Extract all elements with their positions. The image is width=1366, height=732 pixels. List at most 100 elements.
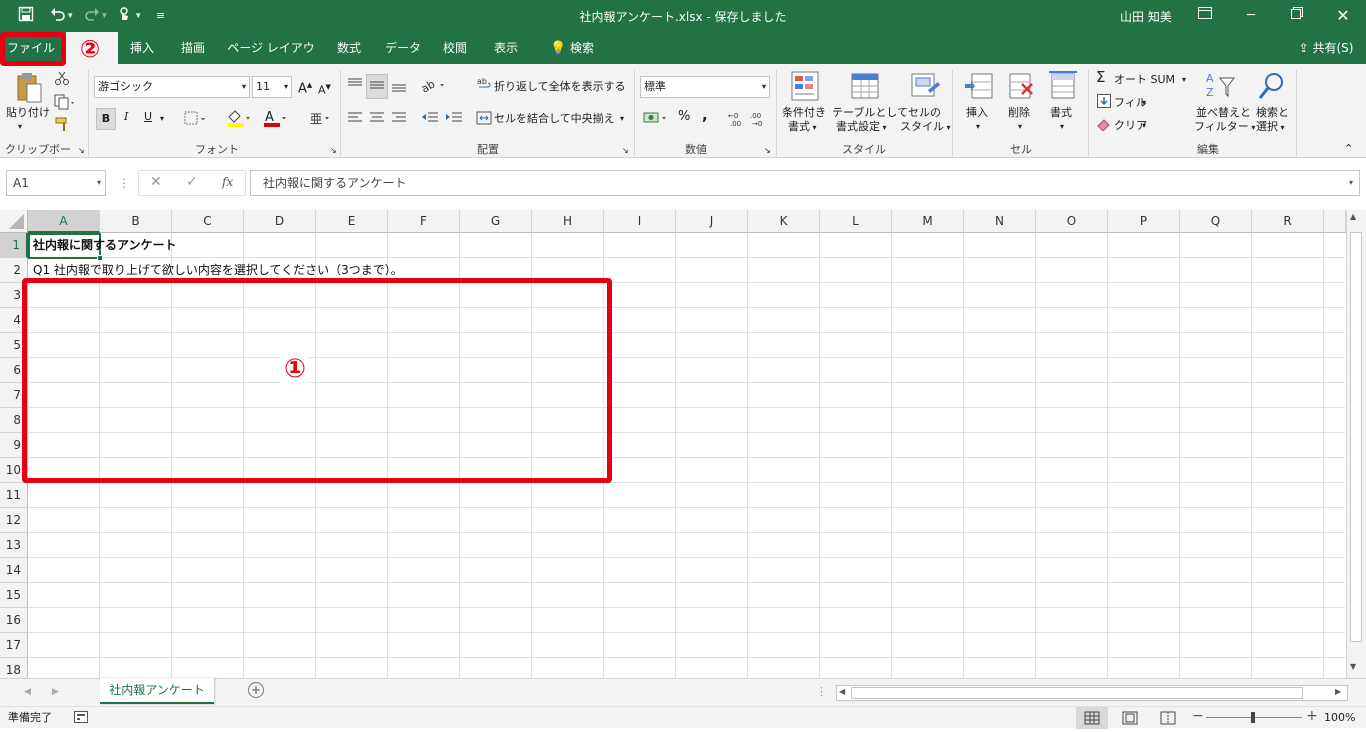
delete-cells-icon[interactable]: [1006, 70, 1036, 105]
align-top-icon[interactable]: [346, 76, 364, 97]
fill-icon[interactable]: [1097, 94, 1111, 111]
row-header-18[interactable]: 18: [0, 658, 28, 678]
find-select-icon[interactable]: [1256, 70, 1286, 105]
scroll-right-icon[interactable]: ▶: [1335, 687, 1341, 696]
ribbon-display-options-icon[interactable]: [1182, 0, 1228, 32]
fill-dropdown-icon[interactable]: ▾: [1142, 96, 1146, 110]
orientation-icon[interactable]: ab: [419, 76, 450, 97]
touch-mode-icon[interactable]: [116, 6, 132, 26]
format-cells-label[interactable]: 書式: [1050, 106, 1072, 120]
increase-indent-icon[interactable]: [444, 110, 464, 129]
column-header-a[interactable]: A: [28, 210, 100, 233]
find-select-label-1[interactable]: 検索と: [1256, 106, 1289, 120]
column-header-r[interactable]: R: [1252, 210, 1324, 233]
horizontal-scroll-thumb[interactable]: [851, 687, 1303, 699]
undo-dropdown-icon[interactable]: ▾: [68, 6, 73, 26]
column-header-b[interactable]: B: [100, 210, 172, 233]
alignment-launcher-icon[interactable]: ↘: [622, 144, 629, 158]
share-button[interactable]: ⇪ 共有(S): [1290, 32, 1362, 64]
underline-dropdown-icon[interactable]: ▾: [160, 112, 164, 126]
cell-styles-label-1[interactable]: セルの: [908, 106, 941, 120]
find-select-label-2[interactable]: 選択 ▾: [1256, 120, 1285, 135]
delete-cells-label[interactable]: 削除: [1008, 106, 1030, 120]
confirm-entry-icon[interactable]: ✓: [186, 175, 198, 189]
format-painter-icon[interactable]: [54, 116, 70, 135]
row-header-16[interactable]: 16: [0, 608, 28, 633]
column-header-d[interactable]: D: [244, 210, 316, 233]
new-sheet-icon[interactable]: +: [248, 682, 264, 698]
merge-dropdown-icon[interactable]: ▾: [620, 112, 624, 126]
percent-style-icon[interactable]: %: [678, 110, 690, 124]
tab-insert[interactable]: 挿入: [122, 32, 162, 64]
number-format-select[interactable]: 標準 ▾: [640, 76, 770, 98]
row-header-13[interactable]: 13: [0, 533, 28, 558]
normal-view-icon[interactable]: [1076, 707, 1108, 729]
page-layout-view-icon[interactable]: [1122, 711, 1138, 728]
format-as-table-label-1[interactable]: テーブルとして: [832, 106, 908, 120]
autosum-icon[interactable]: Σ: [1096, 70, 1105, 85]
save-icon[interactable]: [18, 6, 34, 26]
cell-a1[interactable]: 社内報に関するアンケート: [33, 233, 177, 258]
cell-styles-icon[interactable]: [910, 70, 940, 105]
align-right-icon[interactable]: [390, 110, 408, 129]
row-header-15[interactable]: 15: [0, 583, 28, 608]
select-all-button[interactable]: [0, 210, 28, 233]
tab-draw[interactable]: 描画: [172, 32, 214, 64]
restore-button[interactable]: [1274, 0, 1320, 32]
delete-cells-dropdown-icon[interactable]: ▾: [1018, 120, 1022, 134]
wrap-text-icon[interactable]: ab: [476, 76, 492, 95]
column-header-o[interactable]: O: [1036, 210, 1108, 233]
next-sheet-icon[interactable]: ▶: [52, 685, 59, 699]
italic-button[interactable]: I: [124, 110, 128, 124]
column-header-g[interactable]: G: [460, 210, 532, 233]
macro-record-icon[interactable]: [74, 711, 88, 726]
column-header-l[interactable]: L: [820, 210, 892, 233]
zoom-in-button[interactable]: +: [1306, 709, 1318, 723]
merge-center-icon[interactable]: [476, 110, 492, 129]
autosum-dropdown-icon[interactable]: ▾: [1182, 73, 1186, 87]
row-header-14[interactable]: 14: [0, 558, 28, 583]
prev-sheet-icon[interactable]: ◀: [24, 685, 31, 699]
sheet-tab-active[interactable]: 社内報アンケート: [100, 678, 214, 704]
column-header-q[interactable]: Q: [1180, 210, 1252, 233]
zoom-level[interactable]: 100%: [1324, 711, 1355, 725]
format-cells-dropdown-icon[interactable]: ▾: [1060, 120, 1064, 134]
horizontal-scrollbar[interactable]: ◀ ▶: [836, 685, 1348, 701]
insert-cells-label[interactable]: 挿入: [966, 106, 988, 120]
undo-icon[interactable]: [50, 6, 66, 26]
format-as-table-label-2[interactable]: 書式設定 ▾: [836, 120, 887, 135]
minimize-button[interactable]: ─: [1228, 0, 1274, 32]
column-header-h[interactable]: H: [532, 210, 604, 233]
decrease-font-size-icon[interactable]: A▼: [318, 80, 331, 98]
scroll-down-icon[interactable]: ▼: [1350, 662, 1356, 671]
copy-icon[interactable]: [54, 94, 76, 113]
name-box[interactable]: A1 ▾: [6, 170, 106, 196]
align-left-icon[interactable]: [346, 110, 364, 129]
column-header-n[interactable]: N: [964, 210, 1036, 233]
page-break-view-icon[interactable]: [1160, 711, 1176, 728]
column-header-f[interactable]: F: [388, 210, 460, 233]
row-header-17[interactable]: 17: [0, 633, 28, 658]
hscroll-split-icon[interactable]: ⋮: [816, 685, 827, 699]
decrease-indent-icon[interactable]: [420, 110, 440, 129]
zoom-slider-thumb[interactable]: [1251, 712, 1255, 723]
column-header-j[interactable]: J: [676, 210, 748, 233]
row-header-12[interactable]: 12: [0, 508, 28, 533]
vertical-scroll-thumb[interactable]: [1350, 232, 1362, 642]
borders-icon[interactable]: [184, 110, 208, 129]
scroll-left-icon[interactable]: ◀: [839, 687, 845, 696]
column-header-p[interactable]: P: [1108, 210, 1180, 233]
autosum-button[interactable]: オート SUM: [1114, 73, 1175, 87]
collapse-ribbon-icon[interactable]: ⌃: [1344, 142, 1353, 156]
column-header-e[interactable]: E: [316, 210, 388, 233]
scroll-up-icon[interactable]: ▲: [1350, 212, 1356, 221]
clipboard-launcher-icon[interactable]: ↘: [78, 144, 85, 158]
row-header-11[interactable]: 11: [0, 483, 28, 508]
insert-cells-dropdown-icon[interactable]: ▾: [976, 120, 980, 134]
sort-filter-label-1[interactable]: 並べ替えと: [1196, 106, 1251, 120]
increase-decimal-icon[interactable]: ←0.00: [728, 110, 748, 131]
format-as-table-icon[interactable]: [850, 70, 880, 105]
touch-dropdown-icon[interactable]: ▾: [136, 6, 141, 26]
paste-dropdown-icon[interactable]: ▾: [18, 120, 22, 134]
tab-formulas[interactable]: 数式: [328, 32, 370, 64]
